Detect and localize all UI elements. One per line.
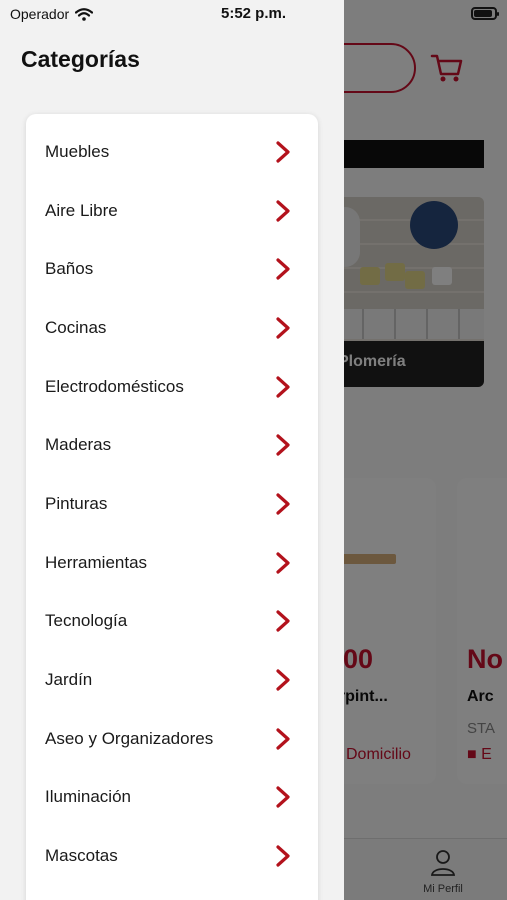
drawer-title: Categorías xyxy=(21,46,140,72)
category-item[interactable]: Cocinas xyxy=(26,299,318,357)
category-item[interactable]: Aseo y Organizadores xyxy=(26,710,318,768)
category-label: Baños xyxy=(45,259,94,279)
category-item[interactable]: Electrodomésticos xyxy=(26,358,318,416)
category-label: Aire Libre xyxy=(45,200,118,220)
chevron-right-icon xyxy=(276,551,290,574)
category-label: Pinturas xyxy=(45,493,108,513)
chevron-right-icon xyxy=(276,317,290,339)
category-item[interactable]: Jardín xyxy=(26,651,318,709)
category-item[interactable]: Pinturas xyxy=(26,475,318,533)
categories-drawer: Categorías Muebles Aire Libre Baños Cocinas… xyxy=(0,0,344,900)
category-label: Muebles xyxy=(45,142,110,161)
chevron-right-icon xyxy=(276,727,290,750)
chevron-right-icon xyxy=(276,669,290,691)
status-bar: Operador 5:52 p.m. xyxy=(0,0,507,28)
category-item[interactable]: Mascotas xyxy=(26,827,318,885)
chevron-right-icon xyxy=(276,493,290,515)
chevron-right-icon xyxy=(276,786,290,808)
category-label: Mascotas xyxy=(45,845,118,865)
category-item[interactable]: Tecnología xyxy=(26,592,318,650)
chevron-right-icon xyxy=(276,845,290,867)
status-time: 5:52 p.m. xyxy=(220,5,287,22)
category-label: Iluminación xyxy=(45,787,131,807)
category-label: Tecnología xyxy=(45,611,128,631)
category-list: Muebles Aire Libre Baños Cocinas Electrodomé… xyxy=(26,114,318,900)
category-item[interactable]: Muebles xyxy=(26,123,318,181)
category-label: Jardín xyxy=(45,669,93,689)
chevron-right-icon xyxy=(276,200,290,222)
category-item[interactable]: Aire Libre xyxy=(26,182,318,240)
battery-icon xyxy=(471,7,499,20)
chevron-right-icon xyxy=(276,375,290,398)
category-item[interactable]: Iluminación xyxy=(26,768,318,826)
category-item[interactable]: Maderas xyxy=(26,416,318,474)
chevron-right-icon xyxy=(276,434,290,456)
category-label: Cocinas xyxy=(45,317,107,337)
chevron-right-icon xyxy=(276,610,290,632)
chevron-right-icon xyxy=(276,258,290,280)
category-label: Maderas xyxy=(45,435,112,455)
category-label: Electrodomésticos xyxy=(45,376,184,396)
category-item[interactable]: Herramientas xyxy=(26,534,318,592)
category-item[interactable]: Baños xyxy=(26,240,318,298)
category-label: Herramientas xyxy=(45,552,148,572)
category-label: Aseo y Organizadores xyxy=(45,728,214,748)
chevron-right-icon xyxy=(276,141,290,163)
